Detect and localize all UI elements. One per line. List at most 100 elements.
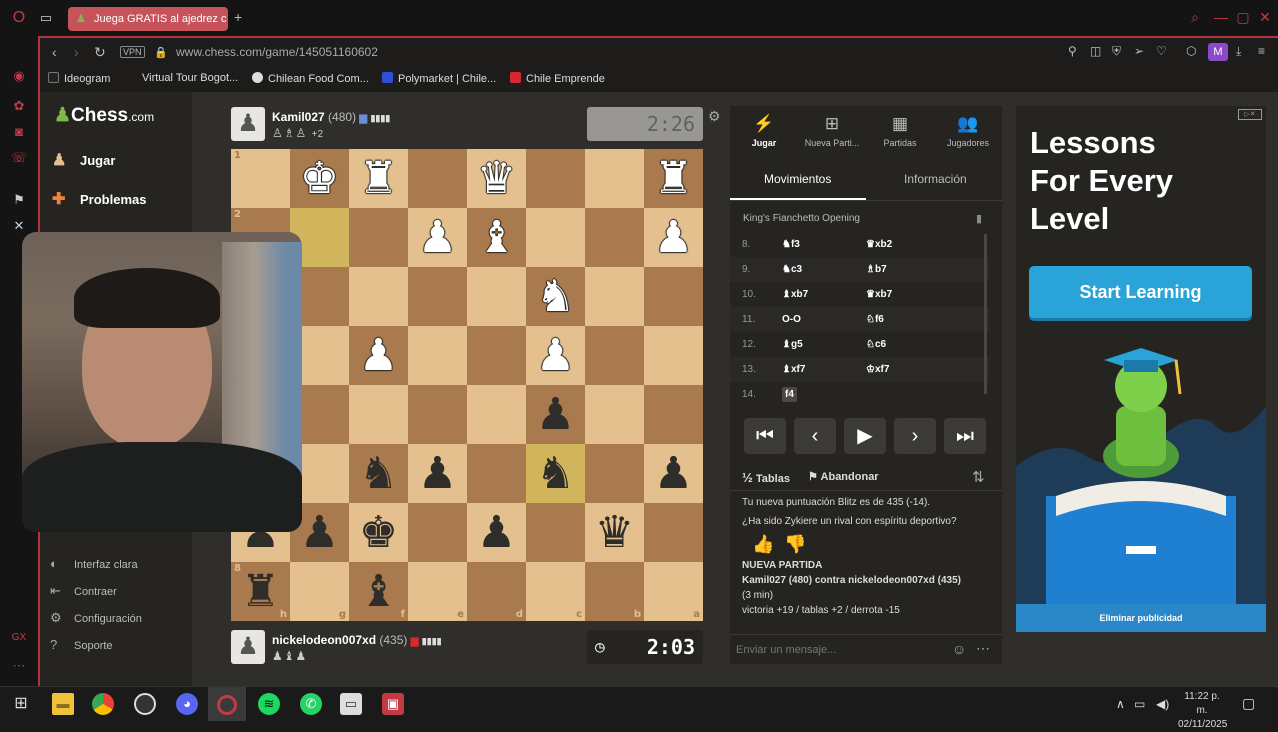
white-move[interactable]: ♝xb7 [782, 289, 808, 300]
recorder-icon[interactable]: ▣ [382, 693, 404, 715]
ad-choices-icon[interactable]: ▷✕ [1238, 109, 1262, 120]
white-move[interactable]: ♞f3 [782, 239, 800, 250]
black-move[interactable]: ♔xf7 [866, 364, 889, 375]
nav-light-mode[interactable]: ◐ Interfaz clara [50, 556, 138, 571]
board-square[interactable]: d [467, 562, 526, 621]
emoji-icon[interactable]: ☺ [952, 641, 966, 657]
bookmark-chilean-food[interactable]: Chilean Food Com... [252, 72, 369, 85]
new-tab-icon[interactable]: + [234, 9, 242, 25]
board-square[interactable]: ♜ [644, 149, 703, 208]
white-bishop-piece[interactable]: ♝ [477, 215, 516, 260]
discord-icon[interactable]: ◕ [176, 693, 198, 715]
maximize-icon[interactable]: ▢ [1236, 10, 1250, 24]
bottom-player-name[interactable]: nickelodeon007xd (435) ▆ ▮▮▮▮ [272, 633, 442, 647]
nav-item-jugar[interactable]: ♟ Jugar [52, 150, 115, 170]
volume-icon[interactable]: ◀) [1156, 697, 1169, 711]
board-square[interactable]: ♟ [526, 326, 585, 385]
board-square[interactable]: ♝ f [349, 562, 408, 621]
board-square[interactable]: ♟ [467, 503, 526, 562]
board-square[interactable]: ♟ [408, 208, 467, 267]
white-queen-piece[interactable]: ♛ [477, 156, 516, 201]
app-window-icon[interactable]: ▭ [340, 693, 362, 715]
sidebar-whatsapp-icon[interactable]: ☏ [11, 150, 27, 166]
board-square[interactable]: ♛ [585, 503, 644, 562]
top-player-avatar[interactable]: ♟ [231, 107, 265, 141]
profile-avatar[interactable]: M [1208, 43, 1228, 61]
top-player-name[interactable]: Kamil027 (480) ▆ ▮▮▮▮ [272, 110, 390, 124]
bottom-player-avatar[interactable]: ♟ [231, 630, 265, 664]
board-square[interactable]: ♟ [644, 208, 703, 267]
sidebar-instagram-icon[interactable]: ◙ [11, 124, 27, 140]
board-square[interactable] [349, 267, 408, 326]
extensions-icon[interactable]: ⬡ [1186, 44, 1196, 58]
chrome-icon[interactable] [92, 693, 114, 715]
board-square[interactable] [644, 326, 703, 385]
flip-board-icon[interactable]: ⇅ [972, 468, 985, 486]
black-pawn-piece[interactable]: ♟ [300, 510, 339, 555]
play-button[interactable]: ▶ [844, 418, 886, 454]
board-square[interactable]: ♞ [526, 444, 585, 503]
subtab-movimientos[interactable]: Movimientos [764, 172, 831, 186]
sidebar-messenger-icon[interactable]: ✿ [11, 98, 27, 114]
board-square[interactable] [349, 385, 408, 444]
download-icon[interactable]: ⤓ [1236, 44, 1241, 59]
menu-icon[interactable]: ≡ [1258, 44, 1265, 58]
move-scrollbar[interactable] [984, 234, 987, 394]
board-square[interactable]: ♟ [408, 444, 467, 503]
board-square[interactable] [644, 503, 703, 562]
url-field[interactable]: www.chess.com/game/145051160602 [176, 45, 378, 59]
tray-chevron-icon[interactable]: ∧ [1116, 697, 1125, 711]
close-icon[interactable]: ✕ [1258, 10, 1272, 24]
board-square[interactable] [526, 503, 585, 562]
black-move[interactable]: ♛xb7 [866, 289, 892, 300]
thumbs-down-icon[interactable]: 👎 [784, 534, 806, 555]
black-bishop-piece[interactable]: ♝ [359, 569, 398, 614]
board-square[interactable] [585, 385, 644, 444]
tab-jugar[interactable]: ⚡ Jugar [730, 114, 798, 148]
board-square[interactable] [526, 149, 585, 208]
whatsapp-icon[interactable]: ✆ [300, 693, 322, 715]
white-king-piece[interactable]: ♚ [300, 156, 339, 201]
nav-settings[interactable]: ⚙ Configuración [50, 610, 142, 626]
board-square[interactable]: ♟ [526, 385, 585, 444]
black-pawn-piece[interactable]: ♟ [654, 451, 693, 496]
board-square[interactable] [585, 149, 644, 208]
opera-logo-icon[interactable]: O [11, 10, 27, 26]
board-square[interactable]: ♚ [290, 149, 349, 208]
prev-move-button[interactable]: ‹ [794, 418, 836, 454]
black-rook-piece[interactable]: ♜ [241, 569, 280, 614]
start-learning-button[interactable]: Start Learning [1029, 266, 1252, 318]
board-square[interactable] [408, 385, 467, 444]
shield-icon[interactable]: ⛨ [1112, 44, 1121, 59]
sidebar-ai-icon[interactable]: ◉ [11, 68, 27, 84]
workspaces-icon[interactable]: ▭ [38, 10, 54, 26]
subtab-informacion[interactable]: Información [904, 172, 967, 186]
clock-tray[interactable]: 11:22 p. m. 02/11/2025 [1178, 690, 1227, 732]
black-move[interactable]: ♘c6 [866, 339, 886, 350]
nav-collapse[interactable]: ⇤ Contraer [50, 583, 117, 599]
board-square[interactable]: c [526, 562, 585, 621]
bookmark-virtual-tour[interactable]: Virtual Tour Bogot... [142, 72, 238, 84]
forward-icon[interactable]: › [74, 44, 79, 60]
black-move[interactable]: ♘f6 [866, 314, 884, 325]
board-square[interactable] [408, 326, 467, 385]
board-square[interactable]: ♝ [467, 208, 526, 267]
thumbs-up-icon[interactable]: 👍 [752, 534, 774, 555]
bookmark-chile-emprende[interactable]: Chile Emprende [510, 72, 605, 85]
tab-chess[interactable]: ♟ Juega GRATIS al ajedrez c [68, 7, 228, 31]
sidebar-gx-icon[interactable]: GX [11, 630, 27, 646]
board-square[interactable] [585, 208, 644, 267]
board-square[interactable]: ♚ [349, 503, 408, 562]
nav-support[interactable]: ? Soporte [50, 637, 113, 652]
board-square[interactable]: ♟ [349, 326, 408, 385]
board-square[interactable]: 1 [231, 149, 290, 208]
board-square[interactable] [644, 267, 703, 326]
opera-gx-taskbar-icon[interactable] [208, 687, 246, 721]
black-king-piece[interactable]: ♚ [359, 510, 398, 555]
tab-partidas[interactable]: ▦ Partidas [866, 114, 934, 148]
tab-nueva-partida[interactable]: ⊞ Nueva Parti... [798, 114, 866, 148]
more-icon[interactable]: ⋯ [976, 640, 990, 657]
board-square[interactable] [585, 326, 644, 385]
spotify-icon[interactable]: ≋ [258, 693, 280, 715]
board-square[interactable] [585, 444, 644, 503]
